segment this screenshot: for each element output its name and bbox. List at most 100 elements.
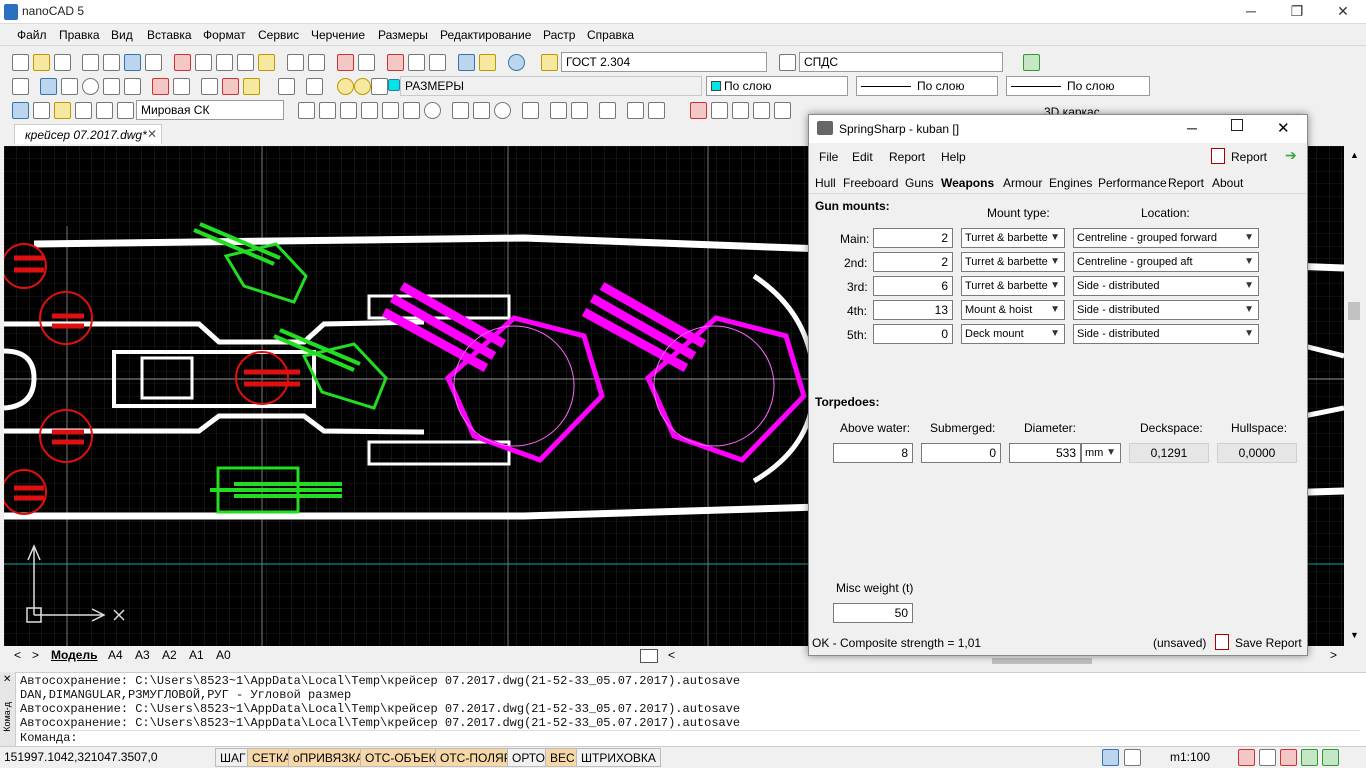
polygon-icon[interactable] bbox=[361, 102, 378, 119]
dim-baseline-icon[interactable] bbox=[103, 78, 120, 95]
dim-continue-icon[interactable] bbox=[124, 78, 141, 95]
ss-tab-about[interactable]: About bbox=[1212, 176, 1243, 190]
layout-next-icon[interactable]: > bbox=[32, 648, 39, 662]
layout-tab-a3[interactable]: A3 bbox=[135, 648, 150, 662]
ss-report-button[interactable]: Report bbox=[1231, 150, 1267, 164]
ucs-icon[interactable] bbox=[12, 102, 29, 119]
dim-ordinate-icon[interactable] bbox=[173, 78, 190, 95]
undo-icon[interactable] bbox=[287, 54, 304, 71]
text-style-combo[interactable]: ГОСТ 2.304 bbox=[561, 52, 767, 72]
osnap-toggle[interactable]: оПРИВЯЗКА bbox=[288, 748, 369, 767]
ucs-origin-icon[interactable] bbox=[33, 102, 50, 119]
paper-space-icon[interactable] bbox=[1124, 749, 1141, 766]
ortho-toggle[interactable]: ОРТО bbox=[507, 748, 550, 767]
ss-tab-hull[interactable]: Hull bbox=[815, 176, 836, 190]
ss-tab-freeboard[interactable]: Freeboard bbox=[843, 176, 898, 190]
tolerance-icon[interactable] bbox=[222, 78, 239, 95]
model-space-icon[interactable] bbox=[1102, 749, 1119, 766]
layer-combo[interactable]: РАЗМЕРЫ bbox=[400, 76, 702, 96]
hatch-icon[interactable] bbox=[522, 102, 539, 119]
save-icon[interactable] bbox=[54, 54, 71, 71]
ss-menu-report[interactable]: Report bbox=[889, 150, 925, 164]
ucs-combo[interactable]: Мировая СК bbox=[136, 100, 284, 120]
save-report-icon[interactable] bbox=[1215, 634, 1229, 650]
2nd-count-input[interactable]: 2 bbox=[873, 252, 953, 272]
menu-view[interactable]: Вид bbox=[111, 28, 133, 42]
hscroll-thumb[interactable] bbox=[992, 658, 1092, 664]
4th-count-input[interactable]: 13 bbox=[873, 300, 953, 320]
open-file-icon[interactable] bbox=[33, 54, 50, 71]
layout-tab-a1[interactable]: A1 bbox=[189, 648, 204, 662]
menu-insert[interactable]: Вставка bbox=[147, 28, 192, 42]
dim-style-icon[interactable] bbox=[779, 54, 796, 71]
main-count-input[interactable]: 2 bbox=[873, 228, 953, 248]
ss-menu-edit[interactable]: Edit bbox=[852, 150, 873, 164]
layout-tab-a0[interactable]: A0 bbox=[216, 648, 231, 662]
command-input[interactable]: Команда: bbox=[20, 730, 1360, 745]
leader-icon[interactable] bbox=[201, 78, 218, 95]
status-zoom-icon[interactable] bbox=[1259, 749, 1276, 766]
scroll-down-icon[interactable]: ▼ bbox=[1350, 630, 1359, 640]
color-combo[interactable]: По слою bbox=[706, 76, 848, 96]
block-create-icon[interactable] bbox=[571, 102, 588, 119]
vertical-scrollbar[interactable]: ▲ ▼ bbox=[1344, 146, 1364, 646]
2nd-mount-select[interactable]: Turret & barbette ▼ bbox=[961, 252, 1065, 272]
dim-angular-icon[interactable] bbox=[152, 78, 169, 95]
cloud-icon[interactable] bbox=[452, 102, 469, 119]
menu-format[interactable]: Формат bbox=[203, 28, 246, 42]
scroll-up-icon[interactable]: ▲ bbox=[1350, 150, 1359, 160]
table-icon[interactable] bbox=[627, 102, 644, 119]
layout-prev-icon[interactable]: < bbox=[14, 648, 21, 662]
ucs-rotate-icon[interactable] bbox=[117, 102, 134, 119]
menu-help[interactable]: Справка bbox=[587, 28, 634, 42]
ss-tab-armour[interactable]: Armour bbox=[1003, 176, 1042, 190]
cut-icon[interactable] bbox=[174, 54, 191, 71]
redo-icon[interactable] bbox=[308, 54, 325, 71]
close-icon[interactable]: ✕ bbox=[1320, 0, 1366, 24]
text-style-icon[interactable] bbox=[541, 54, 558, 71]
arc-icon[interactable] bbox=[403, 102, 420, 119]
menu-edit[interactable]: Правка bbox=[59, 28, 100, 42]
ss-tab-weapons[interactable]: Weapons bbox=[941, 176, 994, 190]
status-pan-icon[interactable] bbox=[1238, 749, 1255, 766]
3rd-location-select[interactable]: Side - distributed ▼ bbox=[1073, 276, 1259, 296]
mirror-icon[interactable] bbox=[732, 102, 749, 119]
4th-mount-select[interactable]: Mount & hoist ▼ bbox=[961, 300, 1065, 320]
properties-icon[interactable] bbox=[145, 54, 162, 71]
visual-style-icon[interactable] bbox=[1023, 54, 1040, 71]
status-zoom-window-icon[interactable] bbox=[1280, 749, 1297, 766]
paste-icon[interactable] bbox=[216, 54, 233, 71]
main-location-select[interactable]: Centreline - grouped forward ▼ bbox=[1073, 228, 1259, 248]
layer-lock-icon[interactable] bbox=[371, 78, 388, 95]
dim-aligned-icon[interactable] bbox=[61, 78, 78, 95]
rectangle-icon[interactable] bbox=[382, 102, 399, 119]
layout-tab-a2[interactable]: A2 bbox=[162, 648, 177, 662]
menu-dimensions[interactable]: Размеры bbox=[378, 28, 428, 42]
layer-states-icon[interactable] bbox=[278, 78, 295, 95]
layer-freeze-icon[interactable] bbox=[354, 78, 371, 95]
layer-manager-icon[interactable] bbox=[12, 78, 29, 95]
scroll-thumb[interactable] bbox=[1348, 302, 1360, 320]
ucs-3point-icon[interactable] bbox=[75, 102, 92, 119]
menu-modify[interactable]: Редактирование bbox=[440, 28, 531, 42]
document-tab[interactable]: крейсер 07.2017.dwg* ✕ bbox=[14, 124, 162, 144]
print-preview-icon[interactable] bbox=[103, 54, 120, 71]
block-insert-icon[interactable] bbox=[550, 102, 567, 119]
publish-icon[interactable] bbox=[124, 54, 141, 71]
dim-radius-icon[interactable] bbox=[82, 78, 99, 95]
mtext-icon[interactable] bbox=[648, 102, 665, 119]
ss-tab-engines[interactable]: Engines bbox=[1049, 176, 1092, 190]
diameter-input[interactable]: 533 bbox=[1009, 443, 1081, 463]
lineweight-toggle[interactable]: ВЕС bbox=[545, 748, 580, 767]
minimize-icon[interactable]: ─ bbox=[1228, 0, 1274, 24]
hscroll-left-icon[interactable]: < bbox=[668, 648, 675, 662]
ucs-object-icon[interactable] bbox=[96, 102, 113, 119]
match-properties-icon[interactable] bbox=[258, 54, 275, 71]
5th-location-select[interactable]: Side - distributed ▼ bbox=[1073, 324, 1259, 344]
5th-mount-select[interactable]: Deck mount ▼ bbox=[961, 324, 1065, 344]
print-icon[interactable] bbox=[82, 54, 99, 71]
polar-toggle[interactable]: ОТС-ПОЛЯР bbox=[435, 748, 517, 767]
copy-object-icon[interactable] bbox=[711, 102, 728, 119]
ss-tab-performance[interactable]: Performance bbox=[1098, 176, 1167, 190]
xline-icon[interactable] bbox=[319, 102, 336, 119]
